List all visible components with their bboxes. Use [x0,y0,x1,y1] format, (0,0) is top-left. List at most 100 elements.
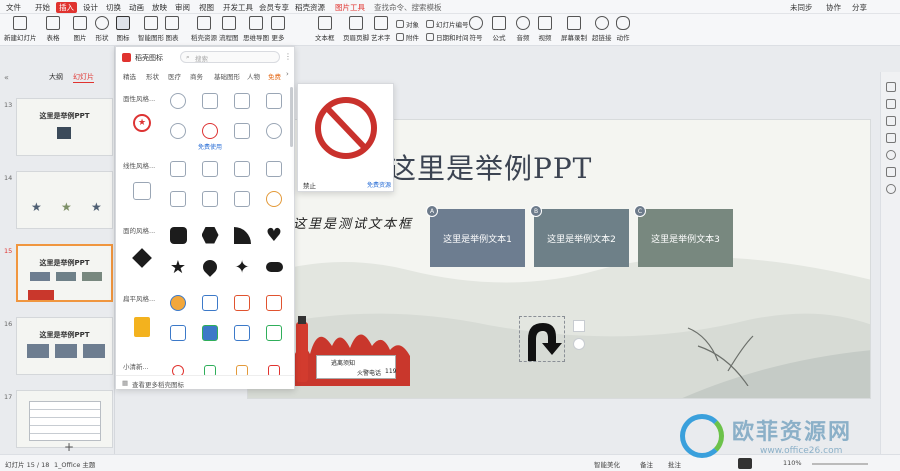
hexagon-icon[interactable] [198,223,222,247]
person-icon[interactable] [230,119,254,143]
tab-business[interactable]: 商务 [190,71,203,81]
notes-button[interactable]: 备注 [640,459,653,469]
lamp-icon[interactable] [198,157,222,181]
panel-scrollbar[interactable] [290,87,293,147]
settings-icon[interactable] [886,167,896,177]
smart-beautify-button[interactable]: 智能美化 [594,459,620,469]
map-pin-icon[interactable] [198,255,222,279]
cylinder-icon[interactable] [166,223,190,247]
slide-title[interactable]: 这里是举例PPT [388,147,592,187]
menu-devtools[interactable]: 开发工具 [223,2,253,13]
menu-search[interactable]: 查找命令、搜索模板 [374,2,442,13]
tab-medical[interactable]: 医疗 [168,71,181,81]
transition-icon[interactable] [886,116,896,126]
location-pin-icon[interactable] [573,338,585,350]
menu-slideshow[interactable]: 放映 [152,2,167,13]
collapse-panel-icon[interactable]: « [4,73,9,82]
flowchart-button[interactable]: 流程图 [219,16,239,42]
category-label[interactable]: 小清新... [123,361,149,371]
tab-shapes[interactable]: 形状 [146,71,159,81]
docer-material-button[interactable]: 稻壳资源 [191,16,217,42]
notebook-icon[interactable] [130,315,154,339]
compass-icon[interactable] [262,157,286,181]
menu-picture-tools[interactable]: 图片工具 [335,2,365,13]
trophy-icon[interactable] [166,321,190,345]
smartart-button[interactable]: 智能图形 [138,16,164,42]
menu-animation[interactable]: 动画 [129,2,144,13]
attachment-button[interactable]: 附件 [396,32,419,42]
refresh-icon[interactable] [198,89,222,113]
slide-thumbnail-16[interactable]: 这里是举例PPT [16,317,113,375]
header-footer-button[interactable]: 页眉页脚 [343,16,369,42]
formula-button[interactable]: 公式 [492,16,506,42]
hyperlink-button[interactable]: 超链接 [592,16,612,42]
chevron-right-icon[interactable]: › [286,70,289,78]
question-icon[interactable] [166,119,190,143]
laptop-icon[interactable] [198,291,222,315]
tab-outline[interactable]: 大纲 [49,72,63,82]
more-options-icon[interactable]: ⋮ [284,52,292,61]
new-slide-button[interactable]: 新建幻灯片 [4,16,37,42]
mindmap-button[interactable]: 思维导图 [243,16,269,42]
calendar-grid-icon[interactable] [230,291,254,315]
audio-button[interactable]: 音频 [516,16,530,42]
add-slide-icon[interactable]: + [64,440,74,454]
textbox-button[interactable]: 文本框 [315,16,335,42]
more-button[interactable]: 更多 [271,16,285,42]
symbol-button[interactable]: 符号 [469,16,483,42]
screen-record-button[interactable]: 屏幕录制 [561,16,587,42]
preview-free-tag[interactable]: 免费资源 [367,180,391,189]
view-more-icons-link[interactable]: 查看更多稻壳图标 [132,379,184,389]
puzzle-icon[interactable] [198,321,222,345]
sparkle-icon[interactable]: ✦ [230,255,254,279]
category-label[interactable]: 扁平风格... [123,293,155,303]
monitor-icon[interactable] [262,89,286,113]
unsynced-status[interactable]: 未同步 [790,2,813,13]
location-icon[interactable] [886,184,896,194]
document-icon[interactable] [198,187,222,211]
collab-button[interactable]: 协作 [826,2,841,13]
free-use-link[interactable]: 免费使用 [198,142,222,151]
lamp-color-icon[interactable] [262,291,286,315]
pencil-icon[interactable] [230,157,254,181]
pie-segment-icon[interactable] [230,223,254,247]
tab-free[interactable]: 免费 [268,71,281,81]
tab-featured[interactable]: 精选 [123,71,136,81]
table-button[interactable]: 表格 [46,16,60,42]
star-icon[interactable]: ★ [166,255,190,279]
icon-button[interactable]: 图标 [116,16,130,42]
menu-design[interactable]: 设计 [83,2,98,13]
gauge-icon[interactable] [198,119,222,143]
menu-review[interactable]: 审阅 [175,2,190,13]
zoom-icon[interactable] [166,89,190,113]
text-card-c[interactable]: 这里是举例文本3 [638,209,733,267]
tab-basic-shapes[interactable]: 基础图形 [214,71,240,81]
help-icon[interactable] [886,150,896,160]
calligraphy-text[interactable]: 这里是测试文本框 [293,213,413,232]
properties-icon[interactable] [886,133,896,143]
video-button[interactable]: 视频 [538,16,552,42]
slide-thumbnail-13[interactable]: 这里是举例PPT [16,98,113,156]
datetime-button[interactable]: 日期和时间 [426,32,469,42]
graduation-icon[interactable] [166,187,190,211]
tab-slides[interactable]: 幻灯片 [73,72,94,83]
picture-button[interactable]: 图片 [73,16,87,42]
list-icon[interactable] [230,89,254,113]
shape-button[interactable]: 形状 [95,16,109,42]
clip-icon[interactable] [166,157,190,181]
tab-people[interactable]: 人物 [247,71,260,81]
cloud-icon[interactable] [262,255,286,279]
menu-vip[interactable]: 会员专享 [259,2,289,13]
menu-home[interactable]: 开始 [35,2,50,13]
layout-options-icon[interactable] [573,320,585,332]
category-label[interactable]: 面的风格... [123,225,155,235]
menu-resources[interactable]: 稻壳资源 [295,2,325,13]
category-label[interactable]: 线性风格... [123,160,155,170]
share-button[interactable]: 分享 [852,2,867,13]
slide-thumbnail-15[interactable]: 这里是举例PPT [16,244,113,302]
menu-file[interactable]: 文件 [6,2,21,13]
ruler-icon[interactable] [230,187,254,211]
heart-icon[interactable]: ♥ [262,223,286,247]
text-card-a[interactable]: 这里是举例文本1 [430,209,525,267]
text-card-b[interactable]: 这里是举例文本2 [534,209,629,267]
